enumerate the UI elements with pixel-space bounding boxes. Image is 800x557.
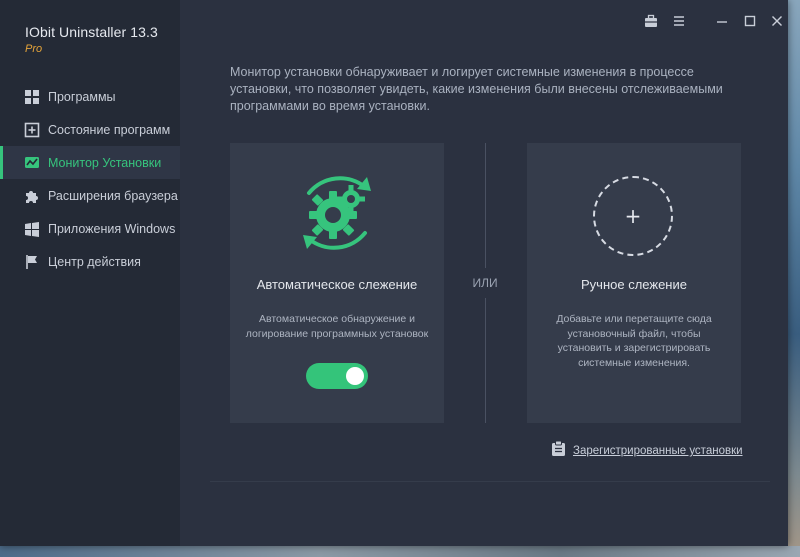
gear-sync-icon (287, 163, 387, 263)
manual-tracking-title: Ручное слежение (581, 277, 687, 292)
sidebar-item-label: Центр действия (48, 254, 141, 269)
maximize-icon[interactable] (741, 12, 759, 30)
registered-installs-label: Зарегистрированные установки (573, 445, 743, 457)
toggle-knob (346, 367, 364, 385)
sidebar-nav: Программы Состояние программ Монитор Уст… (0, 80, 180, 278)
app-edition: Pro (25, 43, 43, 55)
sidebar-item-program-status[interactable]: Состояние программ (0, 113, 180, 146)
menu-icon[interactable] (670, 12, 688, 30)
flag-icon (24, 254, 40, 270)
sidebar-item-action-center[interactable]: Центр действия (0, 245, 180, 278)
grid-icon (24, 89, 40, 105)
or-label: ИЛИ (464, 276, 506, 290)
clipboard-icon (551, 440, 573, 462)
manual-tracking-description: Добавьте или перетащите сюда установочны… (556, 313, 712, 369)
auto-tracking-title: Автоматическое слежение (256, 277, 418, 292)
sidebar-item-label: Программы (48, 89, 116, 104)
divider-bottom (485, 298, 486, 423)
windows-icon (24, 221, 40, 237)
sidebar-item-label: Расширения браузера (48, 188, 178, 203)
sidebar-item-label: Приложения Windows (48, 221, 176, 236)
manual-tracking-card: + Ручное слежение Добавьте или перетащит… (527, 143, 741, 423)
close-icon[interactable] (768, 12, 786, 30)
desktop-background-edge (788, 0, 800, 557)
sidebar-item-browser-extensions[interactable]: Расширения браузера (0, 179, 180, 212)
app-title: IObit Uninstaller 13.3 (25, 24, 158, 40)
divider-top (485, 143, 486, 268)
sidebar-item-windows-apps[interactable]: Приложения Windows (0, 212, 180, 245)
sidebar: IObit Uninstaller 13.3 Pro Программы Сос… (0, 0, 180, 546)
sidebar-item-label: Состояние программ (48, 122, 171, 137)
desktop-background-bottom (0, 546, 800, 557)
minimize-icon[interactable] (713, 12, 731, 30)
toolbox-icon[interactable] (642, 12, 660, 30)
auto-tracking-toggle[interactable] (306, 363, 368, 389)
plus-icon: + (624, 204, 642, 228)
auto-tracking-description: Автоматическое обнаружение и логирование… (245, 313, 429, 340)
app-window: IObit Uninstaller 13.3 Pro Программы Сос… (0, 0, 788, 546)
registered-installs-link[interactable]: Зарегистрированные установки (551, 440, 743, 462)
add-file-dropzone[interactable]: + (593, 176, 673, 256)
intro-text: Монитор установки обнаруживает и логируе… (230, 65, 723, 113)
sidebar-item-programs[interactable]: Программы (0, 80, 180, 113)
auto-tracking-card: Автоматическое слежение Автоматическое о… (230, 143, 444, 423)
sidebar-item-label: Монитор Установки (48, 155, 162, 170)
plus-square-icon (24, 122, 40, 138)
monitor-chart-icon (24, 155, 40, 171)
bottom-separator (210, 481, 770, 482)
sidebar-item-install-monitor[interactable]: Монитор Установки (0, 146, 180, 179)
puzzle-icon (24, 188, 40, 204)
